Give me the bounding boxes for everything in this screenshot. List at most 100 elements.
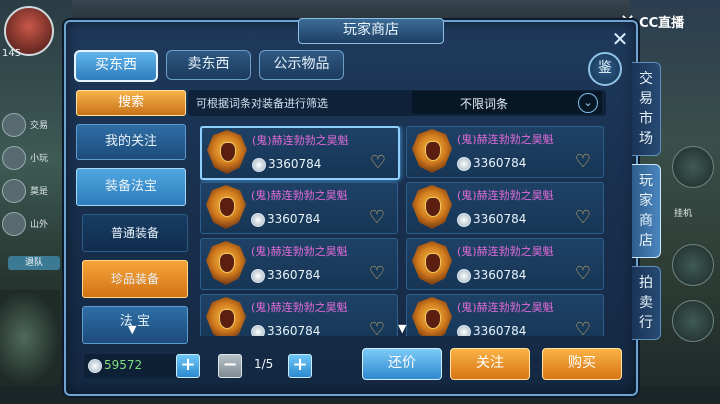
side-tab-player-shop[interactable]: 玩家商店 — [632, 164, 661, 258]
item-card[interactable]: (鬼)赫连勃勃之昊魁 3360784 ♡ — [200, 126, 400, 180]
coin-icon — [252, 158, 266, 172]
category-equip-treasure[interactable]: 装备法宝 — [76, 168, 186, 206]
heart-icon[interactable]: ♡ — [369, 321, 385, 337]
member-avatar — [2, 145, 26, 170]
tab-sell[interactable]: 卖东西 — [166, 50, 251, 80]
filter-hint: 可根据词条对装备进行筛选 — [196, 97, 328, 110]
item-price: 3360784 — [267, 268, 321, 282]
coin-icon — [88, 359, 102, 373]
item-icon — [412, 185, 452, 229]
coin-icon — [251, 213, 265, 227]
item-price: 3360784 — [473, 324, 527, 336]
chevron-down-icon: ▼ — [128, 323, 137, 336]
shop-side-tabs: 交易市场 玩家商店 拍卖行 — [632, 62, 662, 348]
category-treasure[interactable]: 法 宝 ▼ — [82, 306, 188, 344]
player-level: 145 — [2, 48, 22, 59]
tab-public-items[interactable]: 公示物品 — [259, 50, 344, 80]
skill-icon[interactable] — [672, 244, 714, 286]
item-card[interactable]: (鬼)赫连勃勃之昊魁 3360784 ♡ — [406, 126, 604, 178]
team-member[interactable]: 莫是 — [2, 176, 64, 205]
heart-icon[interactable]: ♡ — [575, 153, 591, 171]
shop-tabs: 买东西 卖东西 公示物品 — [74, 50, 344, 82]
weapon-skill-icon[interactable] — [672, 300, 714, 342]
item-name: (鬼)赫连勃勃之昊魁 — [457, 133, 554, 146]
heart-icon[interactable]: ♡ — [575, 321, 591, 337]
item-name: (鬼)赫连勃勃之昊魁 — [251, 189, 348, 202]
item-price: 3360784 — [267, 324, 321, 336]
item-card[interactable]: (鬼)赫连勃勃之昊魁 3360784 ♡ — [200, 238, 398, 290]
heart-icon[interactable]: ♡ — [575, 265, 591, 283]
heart-icon[interactable]: ♡ — [369, 209, 385, 227]
item-icon — [207, 130, 247, 174]
window-title: 玩家商店 — [298, 18, 444, 44]
bargain-button[interactable]: 还价 — [362, 348, 442, 380]
player-shop-window: 玩家商店 ✕ 买东西 卖东西 公示物品 鉴 搜索 我的关注 装备法宝 普通装备 … — [64, 18, 638, 396]
coin-icon — [457, 325, 471, 336]
coin-balance: 59572 — [84, 354, 180, 378]
buy-button[interactable]: 购买 — [542, 348, 622, 380]
item-name: (鬼)赫连勃勃之昊魁 — [457, 301, 554, 314]
coin-amount: 59572 — [104, 358, 143, 372]
item-card[interactable]: (鬼)赫连勃勃之昊魁 3360784 ♡ — [406, 182, 604, 234]
follow-button[interactable]: 关注 — [450, 348, 530, 380]
coin-icon — [251, 269, 265, 283]
item-price: 3360784 — [473, 268, 527, 282]
item-price: 3360784 — [473, 212, 527, 226]
member-avatar — [2, 211, 26, 236]
item-icon — [206, 241, 246, 285]
item-card[interactable]: (鬼)赫连勃勃之昊魁 3360784 ♡ — [200, 182, 398, 234]
team-member[interactable]: 山外 — [2, 209, 64, 238]
item-name: (鬼)赫连勃勃之昊魁 — [251, 245, 348, 258]
affix-filter-select[interactable]: 不限词条 ⌄ — [412, 91, 602, 114]
coin-icon — [457, 157, 471, 171]
leave-team-button[interactable]: 退队 — [8, 256, 60, 270]
bottom-toolbar: 59572 + − 1/5 + 还价 关注 购买 — [76, 348, 626, 386]
appraise-button[interactable]: 鉴 — [588, 52, 622, 86]
team-member[interactable]: 交易 — [2, 110, 64, 139]
category-list: 搜索 我的关注 装备法宝 普通装备 珍品装备 法 宝 ▼ — [76, 90, 188, 352]
item-name: (鬼)赫连勃勃之昊魁 — [251, 301, 348, 314]
chevron-down-icon[interactable]: ⌄ — [578, 93, 598, 113]
page-indicator: 1/5 — [254, 357, 274, 371]
item-grid: (鬼)赫连勃勃之昊魁 3360784 ♡ (鬼)赫连勃勃之昊魁 3360784 … — [200, 126, 606, 336]
item-price: 3360784 — [267, 212, 321, 226]
item-price: 3360784 — [473, 156, 527, 170]
game-top-bar — [0, 0, 720, 18]
close-icon[interactable]: ✕ — [608, 28, 632, 52]
category-rare-equip[interactable]: 珍品装备 — [82, 260, 188, 298]
prev-page-button[interactable]: − — [218, 354, 242, 378]
next-page-button[interactable]: + — [288, 354, 312, 378]
heart-icon[interactable]: ♡ — [369, 265, 385, 283]
item-icon — [206, 297, 246, 336]
search-button[interactable]: 搜索 — [76, 90, 186, 116]
item-icon — [412, 129, 452, 173]
category-normal-equip[interactable]: 普通装备 — [82, 214, 188, 252]
heart-icon[interactable]: ♡ — [575, 209, 591, 227]
item-card[interactable]: (鬼)赫连勃勃之昊魁 3360784 ♡ — [200, 294, 398, 336]
item-name: (鬼)赫连勃勃之昊魁 — [457, 189, 554, 202]
side-tab-market[interactable]: 交易市场 — [632, 62, 661, 156]
filter-bar: 可根据词条对装备进行筛选 不限词条 ⌄ — [188, 90, 606, 116]
item-icon — [206, 185, 246, 229]
chevron-down-icon: ▼ — [398, 322, 407, 335]
coin-icon — [457, 269, 471, 283]
add-coins-button[interactable]: + — [176, 354, 200, 378]
member-avatar — [2, 112, 26, 137]
item-icon — [412, 297, 452, 336]
item-card[interactable]: (鬼)赫连勃勃之昊魁 3360784 ♡ — [406, 238, 604, 290]
item-card[interactable]: (鬼)赫连勃勃之昊魁 3360784 ♡ — [406, 294, 604, 336]
side-tab-auction[interactable]: 拍卖行 — [632, 266, 661, 340]
coin-icon — [251, 325, 265, 336]
tab-buy[interactable]: 买东西 — [74, 50, 158, 82]
skill-icon[interactable] — [672, 146, 714, 188]
item-name: (鬼)赫连勃勃之昊魁 — [457, 245, 554, 258]
team-member[interactable]: 小玩 — [2, 143, 64, 172]
item-name: (鬼)赫连勃勃之昊魁 — [252, 134, 349, 147]
heart-icon[interactable]: ♡ — [370, 154, 386, 172]
auto-battle-label: 挂机 — [673, 209, 692, 219]
coin-icon — [457, 213, 471, 227]
category-my-follow[interactable]: 我的关注 — [76, 124, 186, 160]
item-price: 3360784 — [268, 157, 322, 171]
game-scene-left — [0, 290, 60, 385]
team-list: 交易 小玩 莫是 山外 — [2, 110, 64, 242]
